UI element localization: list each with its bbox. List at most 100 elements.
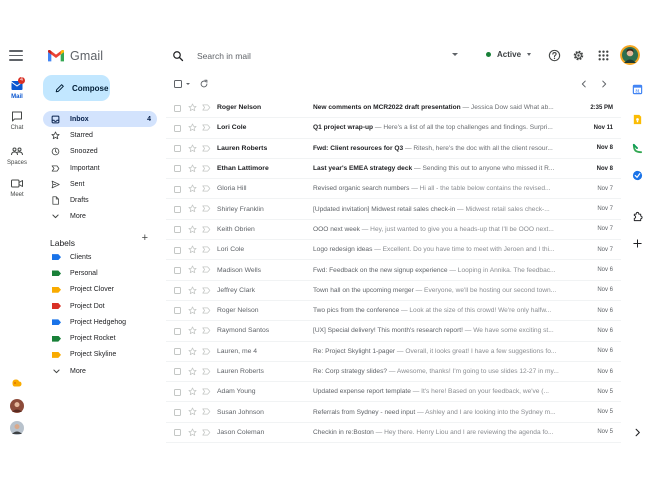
add-icon[interactable] — [632, 238, 643, 249]
mail-checkbox[interactable] — [174, 124, 181, 132]
search-input[interactable] — [197, 51, 427, 61]
nav-item-important[interactable]: Important — [43, 160, 157, 176]
addons-icon[interactable] — [632, 211, 643, 222]
refresh-icon[interactable] — [199, 79, 209, 89]
select-all-checkbox[interactable] — [174, 80, 182, 88]
mail-checkbox[interactable] — [174, 388, 181, 396]
important-marker-icon[interactable] — [202, 348, 211, 355]
mail-row[interactable]: Gloria Hill Revised organic search number… — [166, 179, 621, 200]
expand-panel-icon[interactable] — [632, 427, 643, 438]
label-item-personal[interactable]: Personal — [43, 265, 157, 281]
calendar-icon[interactable]: 31 — [632, 84, 643, 95]
select-options-caret-icon[interactable] — [186, 83, 190, 85]
important-marker-icon[interactable] — [202, 205, 211, 212]
label-item-project-dot[interactable]: Project Dot — [43, 298, 157, 314]
mail-checkbox[interactable] — [174, 429, 181, 437]
search-options-caret-icon[interactable] — [452, 53, 458, 56]
nav-item-snoozed[interactable]: Snoozed — [43, 144, 157, 160]
star-icon[interactable] — [188, 387, 197, 396]
important-marker-icon[interactable] — [202, 408, 211, 415]
nav-item-drafts[interactable]: Drafts — [43, 192, 157, 208]
mail-checkbox[interactable] — [174, 368, 181, 376]
star-icon[interactable] — [188, 103, 197, 112]
contact-avatar[interactable] — [10, 399, 24, 413]
mail-checkbox[interactable] — [174, 348, 181, 356]
star-icon[interactable] — [188, 144, 197, 153]
mail-row[interactable]: Lauren Roberts Re: Corp strategy slides? … — [166, 362, 621, 383]
search-bar[interactable] — [166, 44, 466, 68]
account-avatar[interactable] — [620, 45, 640, 65]
labels-more[interactable]: More — [43, 363, 157, 379]
tasks-icon[interactable] — [632, 143, 643, 154]
mail-row[interactable]: Raymond Santos [UX] Special delivery! Thi… — [166, 321, 621, 342]
mail-row[interactable]: Madison Wells Fwd: Feedback on the new si… — [166, 260, 621, 281]
star-icon[interactable] — [188, 367, 197, 376]
mail-row[interactable]: Shirley Franklin [Updated invitation] Mid… — [166, 199, 621, 220]
mail-checkbox[interactable] — [174, 145, 181, 153]
star-icon[interactable] — [188, 306, 197, 315]
label-item-project-rocket[interactable]: Project Rocket — [43, 330, 157, 346]
mail-row[interactable]: Lauren, me 4 Re: Project Skylight 1-pager… — [166, 342, 621, 362]
search-icon[interactable] — [172, 50, 184, 62]
help-icon[interactable] — [548, 49, 561, 62]
star-icon[interactable] — [188, 245, 197, 254]
mail-row[interactable]: Jeffrey Clark Town hall on the upcoming m… — [166, 281, 621, 301]
important-marker-icon[interactable] — [202, 429, 211, 436]
mail-row[interactable]: Jason Coleman Checkin in re:Boston — Hey … — [166, 423, 621, 444]
star-icon[interactable] — [188, 347, 197, 356]
hamburger-icon[interactable] — [9, 50, 23, 61]
mail-checkbox[interactable] — [174, 205, 181, 213]
rail-item-meet[interactable]: Meet — [0, 178, 34, 198]
mail-checkbox[interactable] — [174, 165, 181, 173]
important-marker-icon[interactable] — [202, 368, 211, 375]
star-icon[interactable] — [188, 326, 197, 335]
mail-checkbox[interactable] — [174, 307, 181, 315]
mail-checkbox[interactable] — [174, 287, 181, 295]
mail-row[interactable]: Lori Cole Q1 project wrap-up — Here's a l… — [166, 118, 621, 139]
important-marker-icon[interactable] — [202, 307, 211, 314]
star-icon[interactable] — [188, 184, 197, 193]
important-marker-icon[interactable] — [202, 246, 211, 253]
important-marker-icon[interactable] — [202, 287, 211, 294]
star-icon[interactable] — [188, 164, 197, 173]
keep-icon[interactable] — [632, 114, 643, 125]
mail-row[interactable]: Roger Nelson Two pics from the conference… — [166, 301, 621, 322]
mail-row[interactable]: Keith Obrien OOO next week — Hey, just wa… — [166, 220, 621, 241]
mail-checkbox[interactable] — [174, 226, 181, 234]
compose-button[interactable]: Compose — [43, 75, 110, 101]
label-item-project-skyline[interactable]: Project Skyline — [43, 347, 157, 363]
important-marker-icon[interactable] — [202, 124, 211, 131]
important-marker-icon[interactable] — [202, 226, 211, 233]
star-icon[interactable] — [188, 265, 197, 274]
star-icon[interactable] — [188, 407, 197, 416]
mail-checkbox[interactable] — [174, 185, 181, 193]
mail-row[interactable]: Roger Nelson New comments on MCR2022 draf… — [166, 98, 621, 119]
star-icon[interactable] — [188, 428, 197, 437]
mail-row[interactable]: Lori Cole Logo redesign ideas — Excellent… — [166, 240, 621, 261]
rail-item-spaces[interactable]: Spaces — [0, 146, 34, 166]
contact-avatar[interactable] — [10, 421, 24, 435]
apps-grid-icon[interactable] — [597, 49, 610, 62]
star-icon[interactable] — [188, 286, 197, 295]
status-selector[interactable]: Active — [486, 50, 532, 59]
group-chat-icon[interactable] — [11, 377, 23, 389]
mail-checkbox[interactable] — [174, 266, 181, 274]
mail-checkbox[interactable] — [174, 327, 181, 335]
star-icon[interactable] — [188, 225, 197, 234]
label-item-project-hedgehog[interactable]: Project Hedgehog — [43, 314, 157, 330]
contacts-icon[interactable] — [632, 170, 643, 181]
important-marker-icon[interactable] — [202, 104, 211, 111]
mail-row[interactable]: Adam Young Updated expense report templat… — [166, 382, 621, 403]
rail-item-mail[interactable]: 4 Mail — [0, 77, 34, 100]
nav-item-more[interactable]: More — [43, 209, 157, 225]
star-icon[interactable] — [188, 123, 197, 132]
important-marker-icon[interactable] — [202, 165, 211, 172]
mail-checkbox[interactable] — [174, 246, 181, 254]
label-item-clients[interactable]: Clients — [43, 249, 157, 265]
important-marker-icon[interactable] — [202, 266, 211, 273]
mail-row[interactable]: Lauren Roberts Fwd: Client resources for … — [166, 139, 621, 159]
gmail-logo[interactable]: Gmail — [48, 48, 103, 64]
mail-checkbox[interactable] — [174, 104, 181, 112]
important-marker-icon[interactable] — [202, 185, 211, 192]
star-icon[interactable] — [188, 204, 197, 213]
